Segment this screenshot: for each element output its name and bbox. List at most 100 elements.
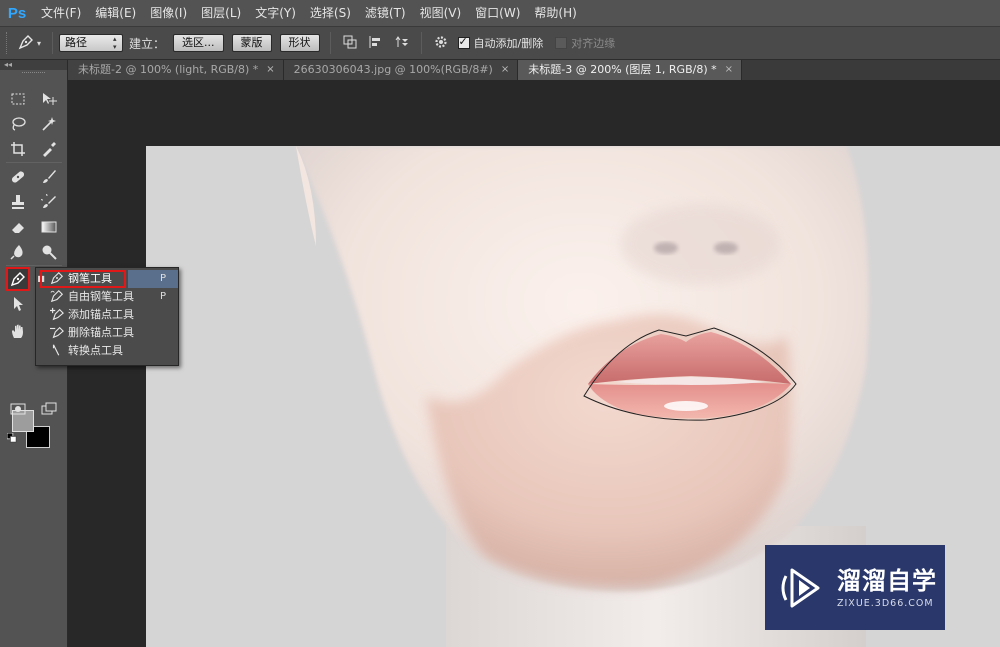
magic-wand-icon <box>42 117 56 131</box>
auto-add-delete-checkbox[interactable] <box>457 35 470 49</box>
path-arrangement-icon <box>394 34 410 53</box>
eraser-icon <box>12 223 24 233</box>
gradient-icon <box>41 221 57 233</box>
make-shape-button[interactable]: 形状 <box>279 34 320 52</box>
auto-add-delete-label: 自动添加/删除 <box>473 37 544 50</box>
hand-tool[interactable] <box>7 320 29 342</box>
toolbox-grip[interactable] <box>22 72 45 80</box>
clone-stamp-tool[interactable] <box>7 191 29 213</box>
separator <box>329 32 331 54</box>
path-operations-button[interactable] <box>338 32 362 54</box>
toolbox-divider <box>6 162 62 163</box>
watermark-url: ZIXUE.3D66.COM <box>837 597 934 609</box>
close-icon[interactable]: × <box>501 60 509 80</box>
pen-tool[interactable] <box>6 267 30 291</box>
workspace: 溜溜自学 ZIXUE.3D66.COM <box>68 80 1000 647</box>
quick-mask-button[interactable] <box>7 398 29 420</box>
freeform-pen-icon <box>46 288 68 304</box>
dodge-icon <box>42 245 57 260</box>
default-colors-icon <box>7 433 17 443</box>
document-tab[interactable]: 26630306043.jpg @ 100%(RGB/8#) × <box>283 60 519 80</box>
arrow-cursor-icon <box>14 297 23 311</box>
history-brush-tool[interactable] <box>38 191 60 213</box>
move-icon <box>43 93 57 105</box>
menu-layer[interactable]: 图层(L) <box>194 0 248 26</box>
eyedropper-tool[interactable] <box>38 138 60 160</box>
gradient-tool[interactable] <box>38 216 60 238</box>
bandage-icon <box>11 171 25 183</box>
watermark: 溜溜自学 ZIXUE.3D66.COM <box>765 545 945 630</box>
delete-anchor-icon <box>46 324 68 340</box>
crop-icon <box>11 142 25 156</box>
toolbox-divider <box>6 265 62 266</box>
menu-window[interactable]: 窗口(W) <box>468 0 527 26</box>
brush-tool[interactable] <box>38 166 60 188</box>
flyout-item-pen[interactable]: ■ 钢笔工具 P <box>36 269 178 288</box>
highlight-box <box>40 270 126 288</box>
flyout-item-delete-anchor[interactable]: 删除锚点工具 <box>36 323 178 341</box>
dodge-tool[interactable] <box>38 241 60 263</box>
flyout-item-add-anchor[interactable]: 添加锚点工具 <box>36 305 178 323</box>
marquee-icon <box>11 93 25 105</box>
settings-button[interactable] <box>429 32 453 54</box>
path-alignment-icon <box>368 34 384 53</box>
tab-label: 未标题-2 @ 100% (light, RGB/8) * <box>78 63 259 76</box>
screen-mode-icon <box>41 402 57 415</box>
crop-tool[interactable] <box>7 138 29 160</box>
separator <box>420 32 422 54</box>
stamp-icon <box>12 195 24 209</box>
menu-help[interactable]: 帮助(H) <box>527 0 583 26</box>
eraser-tool[interactable] <box>7 216 29 238</box>
play-logo-icon <box>777 561 831 615</box>
hand-icon <box>12 324 23 338</box>
menu-type[interactable]: 文字(Y) <box>248 0 303 26</box>
toolbox-collapse[interactable]: ◂◂ <box>0 60 67 70</box>
default-colors-button[interactable] <box>6 432 18 444</box>
magic-wand-tool[interactable] <box>38 113 60 135</box>
gear-icon <box>433 34 449 53</box>
document-tabs: 未标题-2 @ 100% (light, RGB/8) * × 26630306… <box>68 60 1000 80</box>
brush-icon <box>43 170 56 183</box>
path-selection-tool[interactable] <box>7 293 29 315</box>
menu-select[interactable]: 选择(S) <box>303 0 358 26</box>
flyout-item-freeform-pen[interactable]: 自由钢笔工具 P <box>36 287 178 305</box>
pen-mode-select[interactable]: 路径 <box>59 34 123 52</box>
pen-tool-flyout: ■ 钢笔工具 P 自由钢笔工具 P 添加锚点工具 删除锚点工具 转换点工具 <box>35 267 179 366</box>
menu-edit[interactable]: 编辑(E) <box>88 0 143 26</box>
build-label: 建立： <box>129 36 166 51</box>
eyedropper-icon <box>43 142 56 157</box>
close-icon[interactable]: × <box>725 60 733 80</box>
flyout-item-convert-point[interactable]: 转换点工具 <box>36 341 178 359</box>
blur-tool[interactable] <box>7 241 29 263</box>
healing-brush-tool[interactable] <box>7 166 29 188</box>
quick-mask-icon <box>10 403 26 415</box>
chevron-down-icon: ▾ <box>36 38 41 48</box>
convert-point-icon <box>46 342 68 358</box>
menu-view[interactable]: 视图(V) <box>413 0 469 26</box>
make-mask-button[interactable]: 蒙版 <box>231 34 272 52</box>
separator <box>52 32 53 54</box>
align-edges-checkbox[interactable] <box>555 37 568 49</box>
move-tool[interactable] <box>38 88 60 110</box>
menu-bar: Ps 文件(F) 编辑(E) 图像(I) 图层(L) 文字(Y) 选择(S) 滤… <box>0 0 1000 26</box>
screen-mode-button[interactable] <box>38 398 60 420</box>
menu-image[interactable]: 图像(I) <box>143 0 194 26</box>
lasso-tool[interactable] <box>7 113 29 135</box>
close-icon[interactable]: × <box>266 60 274 80</box>
menu-filter[interactable]: 滤镜(T) <box>358 0 413 26</box>
path-arrangement-button[interactable] <box>390 32 414 54</box>
pen-icon <box>17 33 35 54</box>
document-tab[interactable]: 未标题-2 @ 100% (light, RGB/8) * × <box>68 60 284 80</box>
photoshop-logo: Ps <box>7 4 27 22</box>
flyout-item-label: 自由钢笔工具 <box>68 290 134 303</box>
path-operations-icon <box>342 34 358 53</box>
flyout-item-shortcut: P <box>160 272 167 284</box>
path-alignment-button[interactable] <box>364 32 388 54</box>
make-selection-button[interactable]: 选区... <box>173 34 224 52</box>
marquee-tool[interactable] <box>7 88 29 110</box>
menu-file[interactable]: 文件(F) <box>34 0 88 26</box>
tool-preset-picker[interactable]: ▾ <box>12 31 46 55</box>
document-tab-active[interactable]: 未标题-3 @ 200% (图层 1, RGB/8) * × <box>518 60 743 80</box>
flyout-item-label: 转换点工具 <box>68 344 123 357</box>
pen-icon <box>10 272 25 287</box>
